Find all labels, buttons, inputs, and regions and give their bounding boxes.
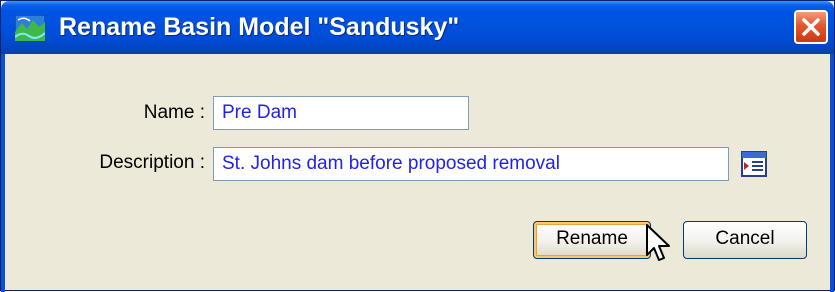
name-field[interactable] (213, 96, 469, 130)
basin-model-icon (15, 15, 45, 41)
dialog-title: Rename Basin Model "Sandusky" (59, 13, 460, 41)
description-label: Description : (99, 152, 205, 173)
window-border-right (830, 54, 834, 292)
title-bar[interactable]: Rename Basin Model "Sandusky" (1, 1, 834, 54)
description-editor-icon[interactable] (741, 151, 767, 177)
window-border-left (1, 54, 5, 292)
rename-button[interactable]: Rename (533, 221, 651, 259)
rename-basin-model-dialog: Rename Basin Model "Sandusky" Name : Des… (0, 0, 835, 292)
mouse-cursor-icon (646, 224, 670, 261)
close-icon (802, 18, 820, 36)
cancel-button[interactable]: Cancel (683, 221, 807, 259)
name-label: Name : (143, 102, 205, 123)
description-field[interactable] (213, 147, 729, 181)
close-button[interactable] (794, 10, 828, 44)
